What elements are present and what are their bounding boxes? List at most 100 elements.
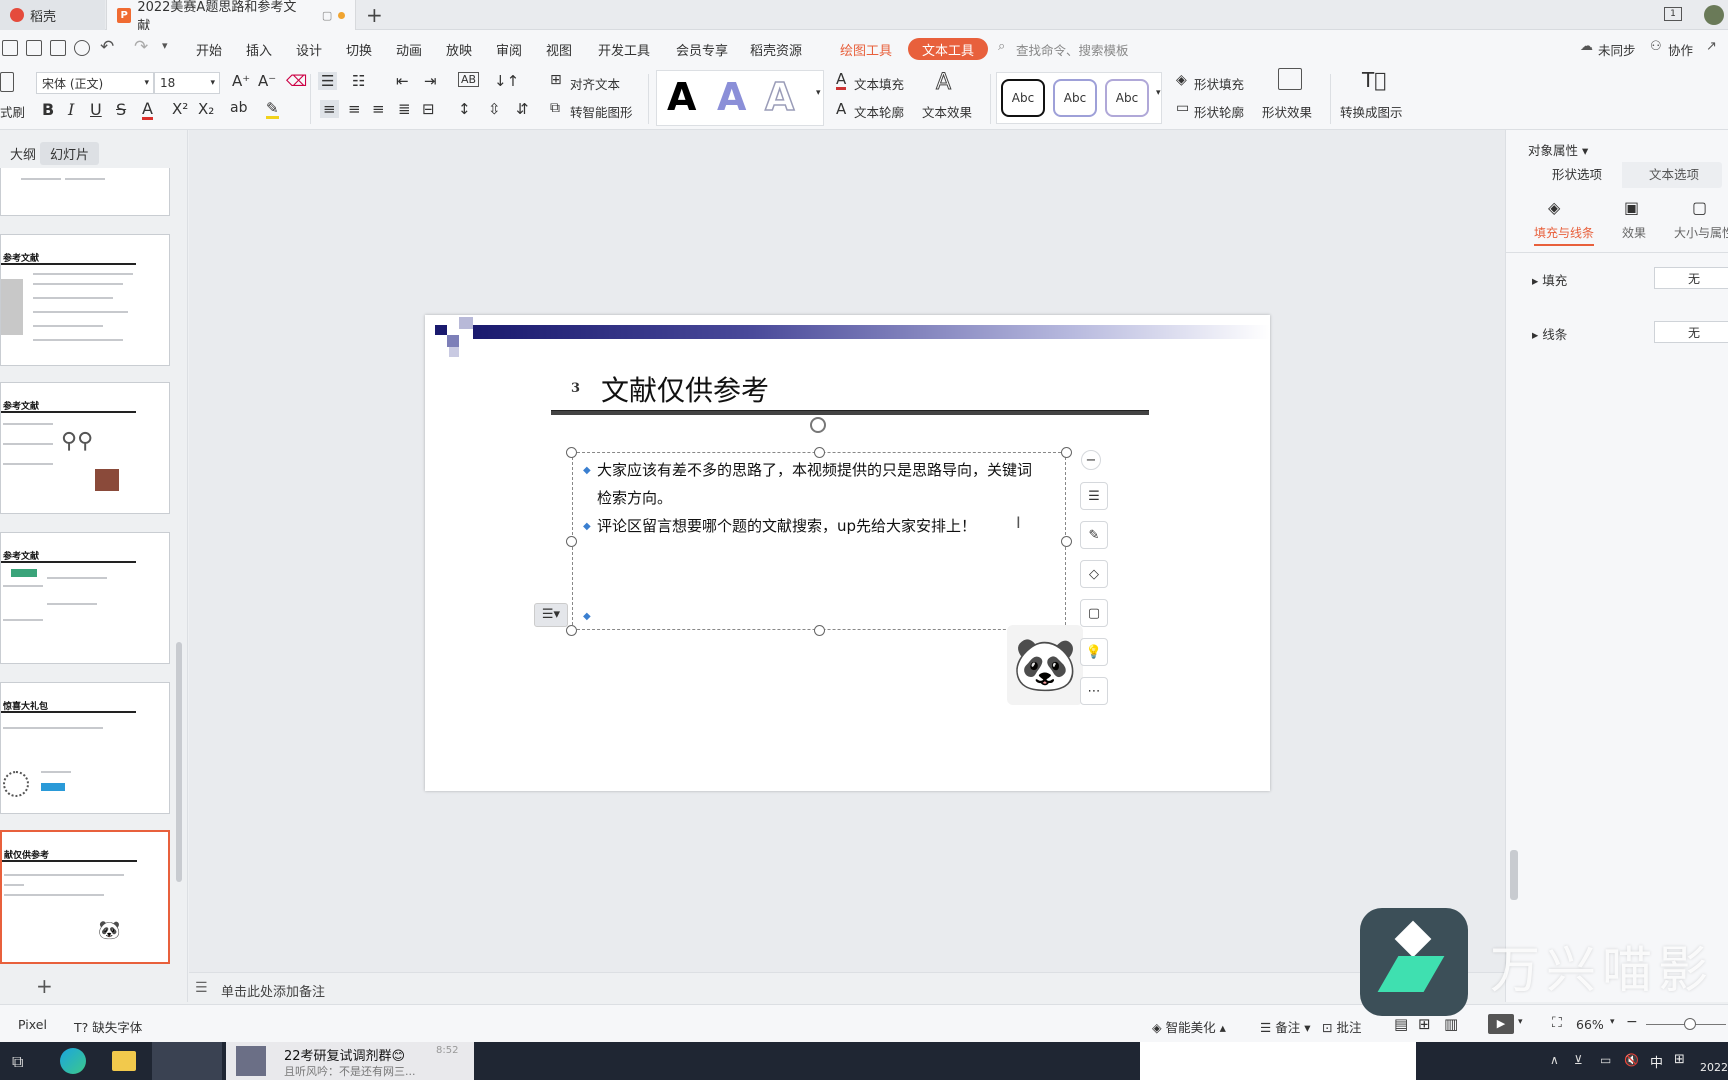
resize-handle[interactable]: [566, 447, 577, 458]
command-search-input[interactable]: 查找命令、搜索模板: [1016, 40, 1129, 59]
zoom-slider-thumb[interactable]: [1684, 1018, 1696, 1030]
zoom-level[interactable]: 66%: [1576, 1017, 1604, 1032]
subscript-icon[interactable]: X₂: [198, 100, 214, 118]
wordart-more-icon[interactable]: ▾: [816, 88, 821, 98]
menu-home[interactable]: 开始: [196, 40, 222, 59]
undo-icon[interactable]: ↶: [100, 37, 114, 57]
highlight-icon[interactable]: ✎: [266, 100, 279, 119]
distribute-icon[interactable]: ⊟: [422, 100, 435, 118]
bullet-text[interactable]: 评论区留言想要哪个题的文献搜索，up先给大家安排上！: [597, 515, 976, 536]
menu-animation[interactable]: 动画: [396, 40, 422, 59]
collapse-toolbar-icon[interactable]: −: [1081, 450, 1101, 470]
align-right-icon[interactable]: ≡: [372, 100, 385, 118]
thumbnail-scrollbar[interactable]: [176, 642, 182, 882]
fill-value[interactable]: 无: [1654, 267, 1728, 289]
tab-slides[interactable]: 幻灯片: [40, 142, 100, 165]
border-icon[interactable]: ▢: [1080, 599, 1108, 627]
fit-window-icon[interactable]: ⛶: [1552, 1015, 1562, 1031]
notes-input[interactable]: 单击此处添加备注: [221, 981, 325, 1000]
text-fill-icon[interactable]: A: [836, 72, 847, 90]
task-view-icon[interactable]: ⧉: [12, 1052, 23, 1072]
chat-notification[interactable]: 22考研复试调剂群😊 且听风吟：不是还有网三... 8:52: [226, 1042, 474, 1080]
bullet-list-icon[interactable]: ☰: [318, 72, 338, 90]
zoom-out-icon[interactable]: −: [1626, 1014, 1638, 1030]
pen-icon[interactable]: ✎: [1080, 521, 1108, 549]
columns-icon[interactable]: ⇵: [516, 100, 529, 118]
strikethrough-icon[interactable]: S: [116, 100, 126, 119]
status-pixel[interactable]: Pixel: [18, 1017, 47, 1032]
text-fill-button[interactable]: 文本填充: [854, 74, 904, 93]
slide[interactable]: 3 文献仅供参考 ◆ 大家应该有差不多的思路了，本视频提供的只是思路导向，关键词…: [425, 315, 1270, 791]
text-effect-icon[interactable]: A: [935, 70, 951, 96]
play-slideshow-icon[interactable]: ▶: [1488, 1014, 1514, 1034]
align-left-icon[interactable]: ≡: [320, 100, 339, 118]
shape-fill-icon[interactable]: ◈: [1176, 72, 1187, 88]
menu-member[interactable]: 会员专享: [676, 40, 728, 59]
subtab-effects[interactable]: 效果: [1622, 224, 1646, 241]
paragraph-spacing-icon[interactable]: ⇳: [488, 100, 501, 118]
file-explorer-icon[interactable]: [112, 1051, 136, 1071]
keyboard-icon[interactable]: ⊞: [1674, 1052, 1685, 1067]
menu-view[interactable]: 视图: [546, 40, 572, 59]
comments-button[interactable]: ⊡ 批注: [1322, 1017, 1361, 1036]
clock-date[interactable]: 2022: [1700, 1061, 1728, 1074]
chevron-down-icon[interactable]: ▾: [1518, 1017, 1523, 1027]
network-icon[interactable]: ⊻: [1574, 1053, 1583, 1067]
shrink-font-icon[interactable]: A⁻: [258, 72, 276, 90]
menu-drawing-tools[interactable]: 绘图工具: [840, 40, 892, 59]
slide-thumbnail[interactable]: 惊喜大礼包: [0, 682, 170, 814]
bold-icon[interactable]: B: [42, 100, 54, 119]
new-tab-button[interactable]: +: [366, 3, 383, 27]
smartart-button[interactable]: 转智能图形: [570, 102, 633, 121]
text-effect-button[interactable]: 文本效果: [922, 102, 972, 121]
convert-to-diagram-button[interactable]: 转换成图示: [1340, 102, 1403, 121]
slide-thumbnail-current[interactable]: 献仅供参考 🐼: [0, 830, 170, 964]
shape-style-more-icon[interactable]: ▾: [1156, 88, 1161, 98]
resize-handle[interactable]: [566, 625, 577, 636]
fill-row[interactable]: ▸ 填充: [1532, 270, 1567, 289]
align-text-icon[interactable]: ⊞: [550, 72, 562, 88]
window-count-badge[interactable]: 1: [1664, 7, 1682, 21]
save-icon[interactable]: [2, 40, 18, 56]
wordart-style-purple[interactable]: A: [717, 75, 746, 119]
resize-handle[interactable]: [566, 536, 577, 547]
increase-indent-icon[interactable]: ⇥: [424, 72, 437, 90]
export-icon[interactable]: [26, 40, 42, 56]
text-direction-icon[interactable]: AB: [458, 72, 480, 87]
text-outline-icon[interactable]: A: [836, 100, 846, 118]
sync-status[interactable]: 未同步: [1598, 40, 1636, 59]
line-value[interactable]: 无: [1654, 321, 1728, 343]
reading-view-icon[interactable]: ▥: [1444, 1015, 1458, 1033]
sort-icon[interactable]: ↓↑: [494, 72, 519, 90]
slide-thumbnail[interactable]: [0, 168, 170, 216]
fill-bucket-icon[interactable]: ◇: [1080, 560, 1108, 588]
menu-developer[interactable]: 开发工具: [598, 40, 650, 59]
slide-title[interactable]: 文献仅供参考: [601, 369, 769, 409]
tab-shape-options[interactable]: 形状选项: [1532, 162, 1622, 188]
smartart-icon[interactable]: ⧉: [550, 100, 560, 116]
underline-icon[interactable]: U: [90, 100, 102, 119]
shape-outline-icon[interactable]: ▭: [1176, 100, 1189, 116]
align-text-button[interactable]: 对齐文本: [570, 74, 620, 93]
menu-text-tools[interactable]: 文本工具: [908, 38, 989, 60]
convert-icon[interactable]: T⃞: [1362, 68, 1386, 92]
italic-icon[interactable]: I: [68, 100, 74, 119]
format-painter-label[interactable]: 式刷: [0, 102, 25, 121]
line-spacing-icon[interactable]: ↕: [458, 100, 471, 118]
numbered-list-icon[interactable]: ☷: [352, 72, 365, 90]
normal-view-icon[interactable]: ▤: [1394, 1015, 1408, 1033]
chevron-down-icon[interactable]: ▾: [1610, 1017, 1615, 1027]
volume-icon[interactable]: 🔇: [1624, 1053, 1639, 1067]
grow-font-icon[interactable]: A⁺: [232, 72, 250, 90]
resize-handle[interactable]: [1061, 536, 1072, 547]
fill-line-icon[interactable]: ◈: [1548, 198, 1560, 217]
quick-access-more-icon[interactable]: ▾: [162, 39, 168, 52]
align-center-icon[interactable]: ≡: [348, 100, 361, 118]
resize-handle[interactable]: [814, 625, 825, 636]
layers-icon[interactable]: ☰: [1080, 482, 1108, 510]
shape-effect-icon[interactable]: [1278, 68, 1302, 90]
bullet-text[interactable]: 大家应该有差不多的思路了，本视频提供的只是思路导向，关键词: [597, 459, 1032, 480]
add-slide-button[interactable]: +: [36, 974, 53, 998]
menu-insert[interactable]: 插入: [246, 40, 272, 59]
list-style-float-button[interactable]: ☰▾: [534, 603, 568, 627]
